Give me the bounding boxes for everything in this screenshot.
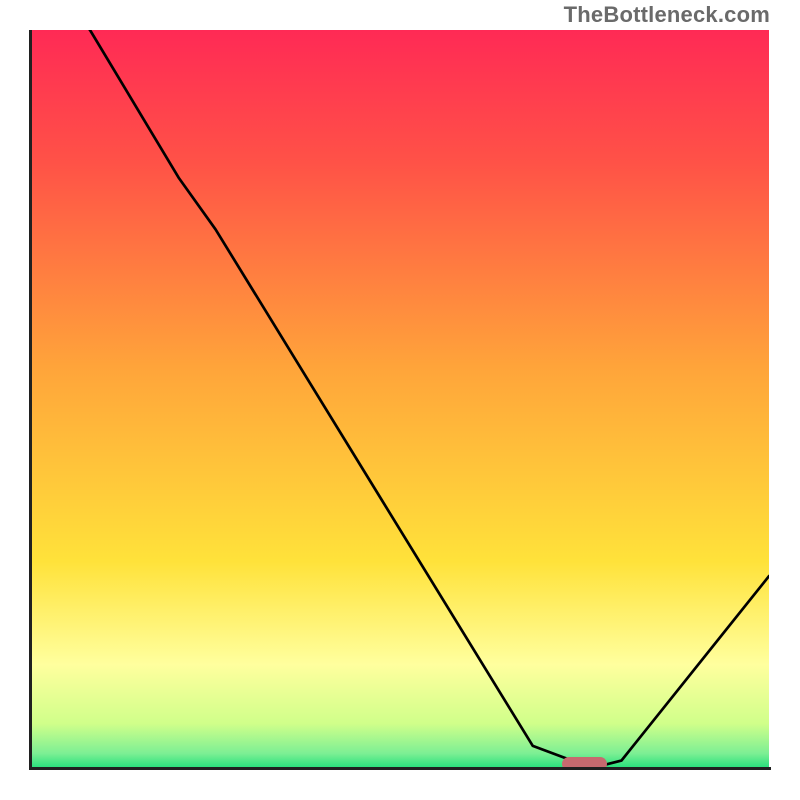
chart-container: { "watermark": "TheBottleneck.com", "col… (0, 0, 800, 800)
bottleneck-curve (31, 30, 769, 768)
plot-area (31, 30, 769, 768)
watermark-text: TheBottleneck.com (564, 2, 770, 28)
y-axis (29, 30, 32, 770)
x-axis (29, 767, 771, 770)
